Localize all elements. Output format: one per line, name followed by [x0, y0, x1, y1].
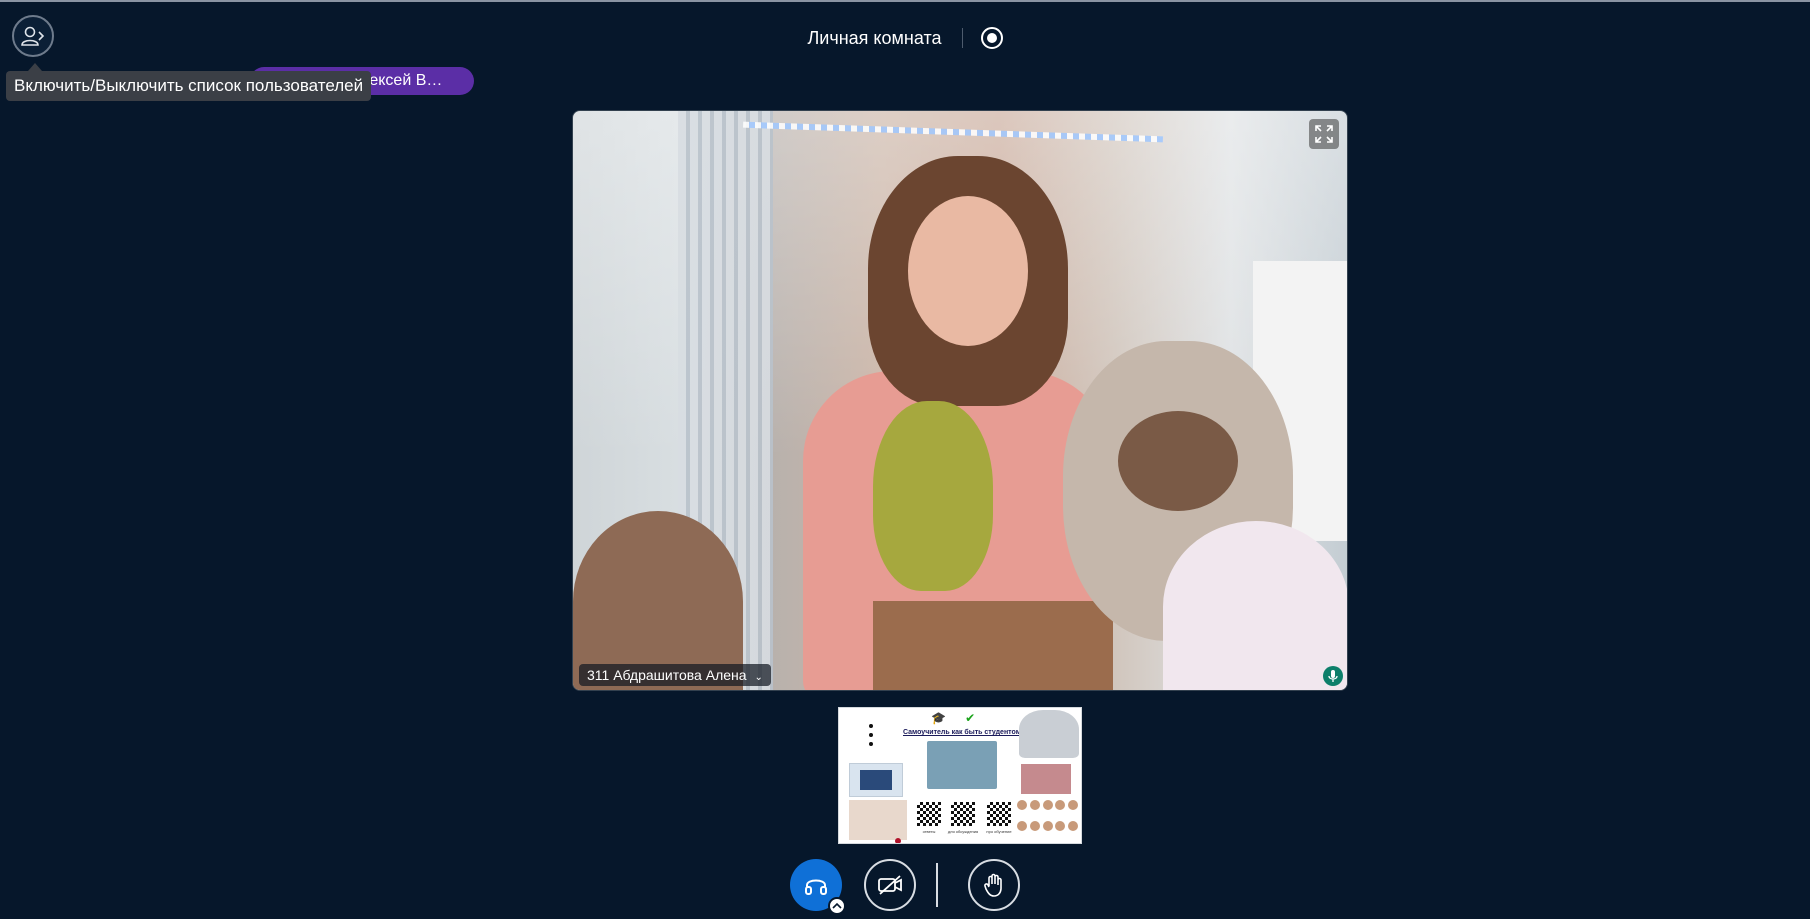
- room-title: Личная комната: [807, 27, 942, 48]
- header-divider: [961, 28, 963, 48]
- chevron-down-icon: ⌄: [754, 672, 763, 683]
- audio-button[interactable]: [790, 859, 846, 915]
- raise-hand-button[interactable]: [968, 859, 1020, 911]
- thumb-red-marker: [895, 838, 901, 843]
- presentation-options-menu[interactable]: [867, 724, 875, 746]
- recording-button[interactable]: [980, 27, 1003, 49]
- participant-name: 311 Абдрашитова Алена: [587, 667, 747, 683]
- thumb-qr-code-2: [951, 802, 975, 826]
- video-scene-face: [908, 196, 1028, 346]
- thumb-qr-code-1: [917, 802, 941, 826]
- thumb-qr-label-2: для обсуждения: [947, 829, 979, 834]
- chevron-up-icon: [832, 902, 842, 909]
- webcam-video: 311 Абдрашитова Алена ⌄: [572, 110, 1348, 691]
- video-scene-pug-face: [1118, 411, 1238, 511]
- participant-name-tag[interactable]: 311 Абдрашитова Алена ⌄: [579, 664, 771, 686]
- thumb-qr-label-3: про обучение: [986, 829, 1012, 834]
- raise-hand-icon: [984, 873, 1002, 897]
- video-scene-table: [873, 601, 1113, 690]
- top-border: [0, 0, 1810, 2]
- video-toggle-button[interactable]: [864, 859, 916, 911]
- thumb-room-image: [849, 800, 907, 840]
- tooltip-arrow: [28, 63, 42, 71]
- thumb-students-image: [927, 741, 997, 789]
- audio-options-button[interactable]: [828, 897, 846, 915]
- record-icon: [986, 33, 997, 43]
- headphones-icon: [805, 879, 827, 895]
- talking-indicator-name: лексей В…: [360, 72, 443, 89]
- thumb-student-laptop-image: [1019, 710, 1079, 758]
- user-list-tooltip: Включить/Выключить список пользователей: [6, 71, 372, 101]
- thumb-slide-image: [849, 763, 903, 797]
- video-scene-plush-dino: [873, 401, 993, 591]
- video-off-icon: [878, 875, 902, 895]
- mic-icon: [1323, 666, 1343, 686]
- video-scene-plush-white: [1163, 521, 1347, 690]
- thumb-qr-code-3: [987, 802, 1011, 826]
- fullscreen-icon: [1315, 125, 1333, 143]
- thumb-decor-icons: 🎓 😏 ✔: [931, 711, 976, 725]
- presentation-title: Самоучитель как быть студентом: [903, 729, 1021, 736]
- presentation-thumbnail[interactable]: 🎓 😏 ✔ Самоучитель как быть студентом отв…: [838, 707, 1082, 844]
- fullscreen-button[interactable]: [1309, 119, 1339, 149]
- media-controls: [0, 858, 1810, 915]
- room-header: Личная комната: [0, 24, 1810, 52]
- thumb-faces-image: [1017, 800, 1079, 840]
- thumb-books-image: [1021, 764, 1071, 794]
- thumb-qr-label-1: ответы: [922, 829, 936, 834]
- controls-divider: [936, 863, 938, 907]
